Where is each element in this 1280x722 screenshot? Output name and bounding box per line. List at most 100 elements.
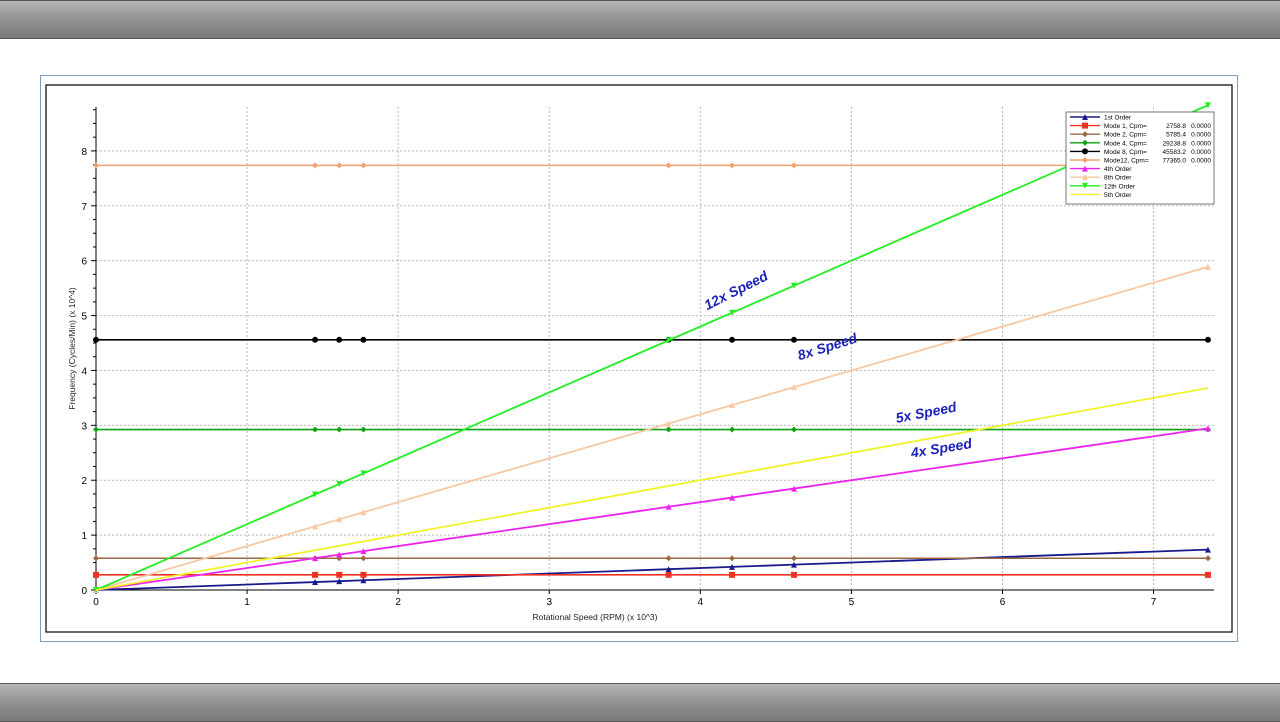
data-point xyxy=(729,426,736,433)
legend-label: 5th Order xyxy=(1104,192,1132,199)
annotation-label: 5x Speed xyxy=(894,398,958,426)
legend-label: Mode 8, Cpm= xyxy=(1104,149,1147,156)
y-tick-label: 4 xyxy=(81,366,87,377)
y-tick-label: 5 xyxy=(81,312,87,323)
legend-label: Mode 1, Cpm= xyxy=(1104,123,1147,130)
x-tick-label: 7 xyxy=(1151,597,1157,608)
series-4 xyxy=(93,336,1211,343)
y-axis-label: Frequency (Cycles/Min) (x 10^4) xyxy=(67,287,77,410)
x-tick-label: 3 xyxy=(546,597,552,608)
legend-extra: 0.0000 xyxy=(1191,132,1211,139)
data-point xyxy=(336,426,343,433)
data-point xyxy=(1082,148,1088,155)
data-point xyxy=(729,162,736,169)
data-point xyxy=(312,571,319,578)
legend-cpm: 2758.8 xyxy=(1166,123,1186,130)
data-point xyxy=(93,336,99,343)
legend-label: 12th Order xyxy=(1104,183,1136,190)
y-tick-label: 1 xyxy=(81,531,87,542)
series-line xyxy=(95,265,1209,591)
series-line xyxy=(95,427,1209,591)
legend-cpm: 45583.2 xyxy=(1163,149,1187,156)
legend: 1st OrderMode 1, Cpm= 2758.8 0.0000 Mode 2,… xyxy=(1065,111,1215,205)
x-tick-label: 0 xyxy=(93,597,99,608)
data-point xyxy=(729,571,736,578)
series-6 xyxy=(93,425,1211,593)
legend-label: 4th Order xyxy=(1104,166,1132,173)
series-line xyxy=(95,387,1209,591)
data-point xyxy=(336,336,343,343)
x-tick-label: 1 xyxy=(244,597,250,608)
y-tick-label: 6 xyxy=(81,257,87,268)
data-point xyxy=(312,336,319,343)
data-point xyxy=(312,426,319,433)
legend-label: Mode 4, Cpm= xyxy=(1104,140,1147,147)
data-point xyxy=(93,571,99,578)
data-point xyxy=(790,571,797,578)
data-point xyxy=(665,555,672,562)
x-tick-label: 6 xyxy=(1000,597,1006,608)
legend-cpm: 5785.4 xyxy=(1166,132,1186,139)
y-tick-label: 2 xyxy=(81,476,87,487)
data-point xyxy=(360,162,367,169)
y-tick-label: 0 xyxy=(81,586,87,597)
data-point xyxy=(336,571,343,578)
data-point xyxy=(1082,122,1088,129)
data-point xyxy=(93,555,99,562)
chart-border xyxy=(45,84,1233,633)
legend-label: Mode12, Cpm= xyxy=(1104,158,1149,165)
legend-label: Mode 2, Cpm= xyxy=(1104,132,1147,139)
data-point xyxy=(1204,336,1211,343)
y-tick-label: 8 xyxy=(81,147,87,158)
data-point xyxy=(336,162,343,169)
data-point xyxy=(729,555,736,562)
series-1 xyxy=(93,571,1211,578)
series-7 xyxy=(93,263,1211,593)
data-point xyxy=(1204,555,1211,562)
series-line xyxy=(95,104,1209,591)
x-tick-label: 4 xyxy=(698,597,704,608)
data-point xyxy=(360,571,367,578)
x-axis-label: Rotational Speed (RPM) (x 10^3) xyxy=(533,612,658,622)
data-point xyxy=(665,162,672,169)
data-point xyxy=(93,426,99,433)
chart-frame: 0 1 2 3 4 5 6 7 0 1 2 3 4 5 6 7 8 Rotational Speed (RPM) … xyxy=(40,75,1238,642)
data-point xyxy=(790,426,797,433)
data-point xyxy=(790,555,797,562)
series-9 xyxy=(95,387,1209,591)
series-3 xyxy=(93,426,1211,433)
data-point xyxy=(360,426,367,433)
annotation-label: 8x Speed xyxy=(796,330,860,364)
legend-cpm: 77365.0 xyxy=(1163,158,1187,165)
data-point xyxy=(360,555,367,562)
data-point xyxy=(312,162,319,169)
data-point xyxy=(729,336,736,343)
data-point xyxy=(665,571,672,578)
legend-extra: 0.0000 xyxy=(1191,149,1211,156)
series-line xyxy=(95,548,1208,591)
data-point xyxy=(665,426,672,433)
data-point xyxy=(93,162,99,169)
y-tick-label: 7 xyxy=(81,202,87,213)
x-tick-label: 2 xyxy=(395,597,401,608)
data-point xyxy=(360,336,367,343)
bottom-banner xyxy=(0,683,1280,722)
legend-label: 1st Order xyxy=(1104,115,1132,122)
series-8 xyxy=(93,102,1211,593)
y-tick-label: 3 xyxy=(81,421,87,432)
legend-cpm: 29238.8 xyxy=(1163,140,1187,147)
data-point xyxy=(1204,571,1211,578)
campbell-diagram: 0 1 2 3 4 5 6 7 0 1 2 3 4 5 6 7 8 Rotational Speed (RPM) … xyxy=(45,84,1233,633)
annotation-label: 4x Speed xyxy=(909,435,974,461)
data-point xyxy=(790,162,797,169)
series-0 xyxy=(93,546,1211,593)
series-5 xyxy=(93,162,1211,169)
legend-extra: 0.0000 xyxy=(1191,140,1211,147)
legend-extra: 0.0000 xyxy=(1191,158,1211,165)
top-banner xyxy=(0,0,1280,39)
data-point xyxy=(790,336,797,343)
annotation-label: 12x Speed xyxy=(701,267,770,313)
legend-label: 8th Order xyxy=(1104,175,1132,182)
legend-extra: 0.0000 xyxy=(1191,123,1211,130)
x-tick-label: 5 xyxy=(849,597,855,608)
